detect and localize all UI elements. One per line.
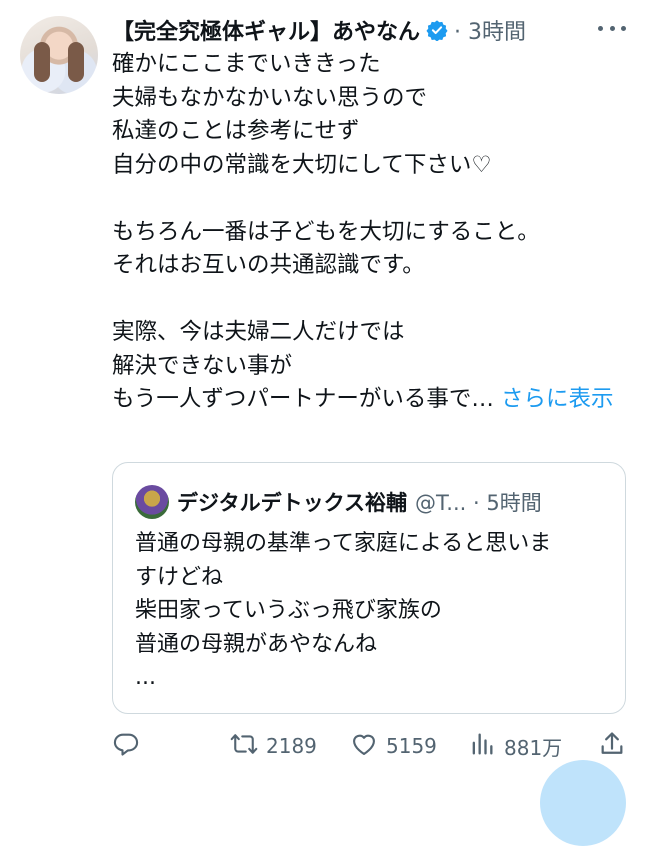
reply-icon: [112, 730, 140, 763]
tweet-text: 確かにここまでいききった 夫婦もなかなかいない思うので 私達のことは参考にせず …: [112, 48, 632, 417]
like-count: 5159: [386, 734, 437, 758]
like-button[interactable]: 5159: [350, 728, 437, 764]
avatar-detail: [34, 42, 50, 82]
views-icon: [468, 730, 496, 763]
views-button[interactable]: 881万: [468, 728, 562, 764]
tweet-timestamp[interactable]: · 3時間: [454, 14, 526, 46]
tweet-header: 【完全究極体ギャル】あやなん · 3時間: [112, 12, 630, 48]
reply-button[interactable]: [112, 728, 140, 764]
quote-display-name: デジタルデトックス裕輔: [177, 491, 407, 515]
more-icon[interactable]: [598, 18, 626, 38]
quote-meta: @T... · 5時間: [414, 491, 542, 515]
quote-tweet[interactable]: デジタルデトックス裕輔 @T... · 5時間 普通の母親の基準って家庭によると…: [112, 462, 626, 714]
show-more-link[interactable]: さらに表示: [501, 386, 614, 412]
verified-badge-icon: [426, 19, 448, 41]
display-name[interactable]: 【完全究極体ギャル】あやなん: [112, 14, 420, 46]
share-icon: [598, 730, 626, 763]
quote-avatar[interactable]: [135, 485, 169, 519]
avatar-detail: [68, 42, 84, 82]
retweet-icon: [230, 730, 258, 763]
heart-icon: [350, 730, 378, 763]
share-button[interactable]: [598, 728, 626, 764]
compose-fab[interactable]: [540, 760, 626, 846]
tweet-body: 確かにここまでいききった 夫婦もなかなかいない思うので 私達のことは参考にせず …: [112, 51, 540, 412]
avatar[interactable]: [20, 16, 98, 94]
quote-text: 普通の母親の基準って家庭によると思いま すけどね 柴田家っていうぶっ飛び家族の …: [135, 531, 552, 690]
retweet-button[interactable]: 2189: [230, 728, 317, 764]
retweet-count: 2189: [266, 734, 317, 758]
action-bar: 2189 5159 881万: [112, 728, 632, 764]
views-count: 881万: [504, 735, 563, 760]
quote-header: デジタルデトックス裕輔 @T... · 5時間: [177, 483, 609, 521]
